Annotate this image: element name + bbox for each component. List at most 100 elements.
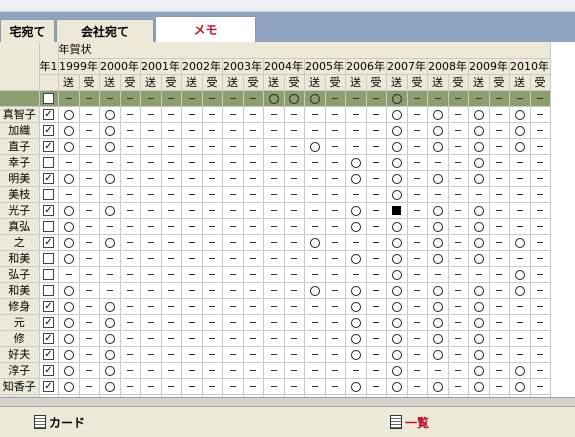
table-row[interactable]: 好夫 ✓: [0, 346, 551, 363]
mark-cell[interactable]: [386, 250, 408, 267]
mark-cell[interactable]: [448, 186, 469, 203]
mark-cell[interactable]: [489, 170, 510, 187]
mark-cell[interactable]: [58, 234, 80, 251]
column-header-year[interactable]: 2010年: [509, 58, 551, 75]
mark-cell[interactable]: [181, 138, 203, 155]
row-checkbox[interactable]: ✓: [43, 381, 54, 392]
mark-cell[interactable]: [161, 298, 182, 315]
mark-cell[interactable]: [366, 122, 387, 139]
mark-cell[interactable]: [489, 218, 510, 235]
mark-cell[interactable]: [345, 122, 367, 139]
mark-cell[interactable]: [468, 218, 490, 235]
mark-cell[interactable]: [161, 218, 182, 235]
mark-cell[interactable]: [222, 266, 244, 283]
mark-cell[interactable]: [427, 266, 449, 283]
mark-cell[interactable]: [345, 234, 367, 251]
row-checkbox[interactable]: ✓: [43, 125, 54, 136]
mark-cell[interactable]: [509, 122, 531, 139]
mark-cell[interactable]: [243, 314, 264, 331]
mark-cell[interactable]: [202, 250, 223, 267]
mark-cell[interactable]: [161, 170, 182, 187]
mark-cell[interactable]: [345, 346, 367, 363]
mark-cell[interactable]: [468, 234, 490, 251]
mark-cell[interactable]: [284, 362, 305, 379]
mark-cell[interactable]: [181, 346, 203, 363]
mark-cell[interactable]: [79, 234, 100, 251]
mark-cell[interactable]: [58, 266, 80, 283]
row-checkbox[interactable]: ✓: [43, 333, 54, 344]
mark-cell[interactable]: [202, 298, 223, 315]
row-checkbox[interactable]: ✓: [43, 349, 54, 360]
table-row[interactable]: 之 ✓: [0, 234, 551, 251]
mark-cell[interactable]: [120, 330, 141, 347]
mark-cell[interactable]: [427, 282, 449, 299]
column-header-year[interactable]: 2008年: [427, 58, 469, 75]
mark-cell[interactable]: [161, 154, 182, 171]
column-header-year[interactable]: 2006年: [345, 58, 387, 75]
mark-cell[interactable]: [202, 314, 223, 331]
row-check-cell[interactable]: ✓: [39, 138, 59, 155]
table-row[interactable]: 修身 ✓: [0, 298, 551, 315]
mark-cell[interactable]: [284, 330, 305, 347]
mark-cell[interactable]: [58, 298, 80, 315]
mark-cell[interactable]: [386, 122, 408, 139]
mark-cell[interactable]: [202, 282, 223, 299]
mark-cell[interactable]: [243, 170, 264, 187]
mark-cell[interactable]: [120, 314, 141, 331]
table-row[interactable]: 真弘: [0, 218, 551, 235]
mark-cell[interactable]: [345, 298, 367, 315]
mark-cell[interactable]: [263, 106, 285, 123]
mark-cell[interactable]: [489, 266, 510, 283]
mark-cell[interactable]: [222, 170, 244, 187]
mark-cell[interactable]: [263, 170, 285, 187]
mark-cell[interactable]: [263, 346, 285, 363]
mark-cell[interactable]: [140, 282, 162, 299]
mark-cell[interactable]: [386, 202, 408, 219]
mark-cell[interactable]: [222, 282, 244, 299]
mark-cell[interactable]: [366, 298, 387, 315]
mark-cell[interactable]: [407, 266, 428, 283]
mark-cell[interactable]: [202, 346, 223, 363]
mark-cell[interactable]: [427, 250, 449, 267]
mark-cell[interactable]: [284, 314, 305, 331]
mark-cell[interactable]: [304, 186, 326, 203]
mark-cell[interactable]: [366, 378, 387, 395]
mark-cell[interactable]: [530, 138, 551, 155]
mark-cell[interactable]: [140, 330, 162, 347]
mark-cell[interactable]: [140, 234, 162, 251]
mark-cell[interactable]: [345, 266, 367, 283]
mark-cell[interactable]: [140, 202, 162, 219]
mark-cell[interactable]: [407, 186, 428, 203]
mark-cell[interactable]: [530, 250, 551, 267]
table-row[interactable]: 淳子 ✓: [0, 362, 551, 379]
table-row[interactable]: 弘子: [0, 266, 551, 283]
mark-cell[interactable]: [181, 202, 203, 219]
mark-cell[interactable]: [407, 106, 428, 123]
mark-cell[interactable]: [202, 266, 223, 283]
mark-cell[interactable]: [263, 138, 285, 155]
mark-cell[interactable]: [366, 330, 387, 347]
mark-cell[interactable]: [448, 362, 469, 379]
mark-cell[interactable]: [243, 298, 264, 315]
mark-cell[interactable]: [427, 378, 449, 395]
mark-cell[interactable]: [263, 282, 285, 299]
mark-cell[interactable]: [448, 138, 469, 155]
mark-cell[interactable]: [263, 378, 285, 395]
mark-cell[interactable]: [284, 170, 305, 187]
mark-cell[interactable]: [120, 266, 141, 283]
mark-cell[interactable]: [489, 202, 510, 219]
mark-cell[interactable]: [120, 378, 141, 395]
mark-cell[interactable]: [407, 330, 428, 347]
mark-cell[interactable]: [448, 298, 469, 315]
mark-cell[interactable]: [345, 330, 367, 347]
mark-cell[interactable]: [407, 298, 428, 315]
mark-cell[interactable]: [448, 266, 469, 283]
mark-cell[interactable]: [243, 202, 264, 219]
mark-cell[interactable]: [99, 362, 121, 379]
mark-cell[interactable]: [509, 282, 531, 299]
mark-cell[interactable]: [181, 298, 203, 315]
mark-cell[interactable]: [530, 266, 551, 283]
mark-cell[interactable]: [407, 234, 428, 251]
mark-cell[interactable]: [345, 282, 367, 299]
row-checkbox[interactable]: [43, 253, 54, 264]
